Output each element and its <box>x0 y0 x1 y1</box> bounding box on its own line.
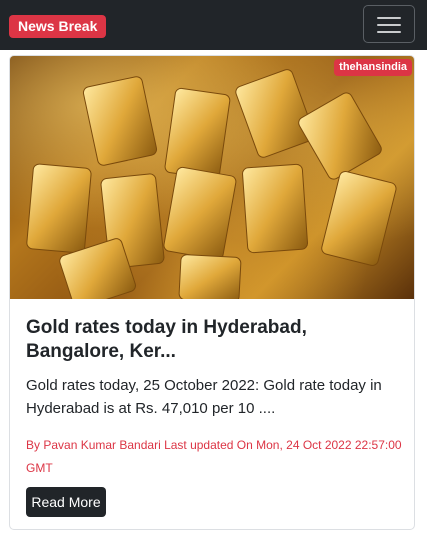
source-badge: thehansindia <box>334 59 412 76</box>
navbar-toggler-button[interactable] <box>363 5 415 43</box>
article-meta: By Pavan Kumar Bandari Last updated On M… <box>26 438 402 475</box>
article-title[interactable]: Gold rates today in Hyderabad, Bangalore… <box>26 316 404 364</box>
read-more-button[interactable]: Read More <box>26 487 106 517</box>
card-body: Gold rates today in Hyderabad, Bangalore… <box>26 316 404 480</box>
article-summary: Gold rates today, 25 October 2022: Gold … <box>26 377 382 417</box>
gold-bars-illustration <box>26 69 397 299</box>
article-image[interactable]: thehansindia <box>10 56 414 299</box>
brand-logo[interactable]: News Break <box>9 15 107 38</box>
navbar: News Break <box>0 0 427 50</box>
hamburger-menu-icon <box>377 17 401 19</box>
news-card: thehansindia Gold rates today in Hyderab… <box>9 55 415 530</box>
